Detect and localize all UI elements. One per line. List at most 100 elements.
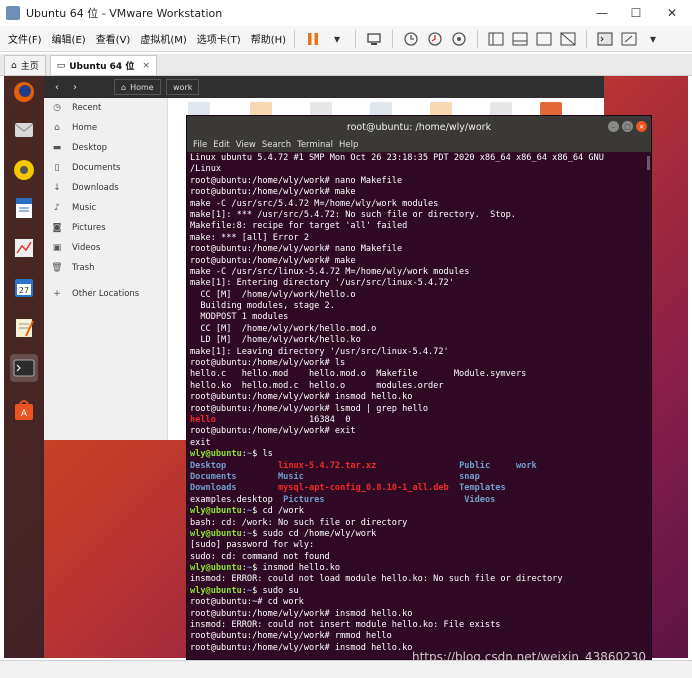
sidebar-item-recent[interactable]: ◷ Recent	[50, 100, 101, 116]
software-center-icon[interactable]: A	[10, 396, 38, 424]
terminal-text: make: *** [all] Error 2	[190, 232, 309, 243]
terminal-text: wly@ubuntu	[190, 506, 242, 517]
svg-text:A: A	[21, 409, 28, 419]
terminal-menu-view[interactable]: View	[236, 140, 256, 150]
calendar-icon[interactable]: 27	[10, 274, 38, 302]
terminal-line: Desktop linux-5.4.72.tar.xz Public work	[190, 461, 651, 472]
terminal-menu-terminal[interactable]: Terminal	[297, 140, 333, 150]
sidebar-item-documents[interactable]: ▯ Documents	[50, 160, 121, 176]
terminal-menu-search[interactable]: Search	[262, 140, 291, 150]
fullscreen-icon[interactable]	[535, 30, 553, 48]
terminal-text: examples.desktop	[190, 494, 284, 505]
terminal-text: mysql-apt-config_0.8.10-1_all.deb	[277, 483, 449, 494]
terminal-line: root@ubuntu:/home/wly/work# exit	[190, 426, 651, 437]
terminal-window[interactable]: root@ubuntu: /home/wly/work – □ × File E…	[186, 115, 652, 660]
terminal-icon[interactable]	[10, 354, 38, 382]
writer-icon[interactable]	[10, 194, 38, 222]
terminal-text: wly@ubuntu	[190, 449, 242, 460]
tab-label: Ubuntu 64 位	[69, 62, 135, 72]
trash-icon: 🗑	[51, 263, 63, 273]
snapshot-manager-icon[interactable]	[450, 30, 468, 48]
terminal-menu-file[interactable]: File	[193, 140, 207, 150]
sidebar-item-music[interactable]: ♪ Music	[50, 200, 96, 216]
close-button[interactable]: ✕	[654, 0, 690, 26]
tab-ubuntu[interactable]: ▭ Ubuntu 64 位 ×	[49, 55, 157, 75]
thumbnail-icon[interactable]	[511, 30, 529, 48]
files-sidebar: ◷ Recent ⌂ Home ▬ Desktop ▯ Documents ↓ Downl…	[44, 98, 168, 440]
vmware-title-bar: Ubuntu 64 位 - VMware Workstation — ☐ ✕	[0, 0, 692, 26]
terminal-text: Videos	[464, 494, 496, 505]
calc-icon[interactable]	[10, 234, 38, 262]
firefox-icon[interactable]	[10, 78, 38, 106]
maximize-icon[interactable]: □	[622, 121, 633, 132]
sidebar-toggle-icon[interactable]	[487, 30, 505, 48]
window-title: Ubuntu 64 位 - VMware Workstation	[26, 7, 223, 20]
minimize-icon[interactable]: –	[608, 121, 619, 132]
menu-tabs[interactable]: 选项卡(T)	[197, 31, 241, 46]
terminal-text: snap	[459, 471, 480, 482]
terminal-scrollbar[interactable]	[647, 156, 650, 170]
terminal-text: $ sudo su	[252, 585, 299, 596]
terminal-text: Linux ubuntu 5.4.72 #1 SMP Mon Oct 26 23…	[190, 153, 604, 163]
sidebar-item-label: Other Locations	[72, 289, 140, 299]
terminal-text: Building modules, stage 2.	[190, 301, 335, 312]
menu-view[interactable]: 查看(V)	[96, 31, 131, 46]
sidebar-item-other-locations[interactable]: + Other Locations	[50, 286, 139, 302]
close-tab-icon[interactable]: ×	[142, 61, 150, 71]
terminal-text: Public	[459, 460, 491, 471]
terminal-text: LD [M] /home/wly/work/hello.ko	[190, 335, 361, 346]
forward-icon[interactable]: ›	[68, 79, 82, 95]
maximize-button[interactable]: ☐	[618, 0, 654, 26]
terminal-output[interactable]: Linux ubuntu 5.4.72 #1 SMP Mon Oct 26 23…	[187, 152, 651, 654]
terminal-line: Documents Music snap	[190, 472, 651, 483]
console-view-icon[interactable]	[596, 30, 614, 48]
terminal-text: 16384 0	[215, 414, 351, 425]
terminal-text: MODPOST 1 modules	[190, 312, 289, 323]
chevron-down-icon[interactable]: ▾	[328, 30, 346, 48]
terminal-text: insmod: ERROR: could not load module hel…	[190, 574, 563, 585]
minimize-button[interactable]: —	[584, 0, 620, 26]
menu-vm[interactable]: 虚拟机(M)	[140, 31, 186, 46]
sidebar-item-home[interactable]: ⌂ Home	[50, 120, 97, 136]
terminal-menu-edit[interactable]: Edit	[213, 140, 229, 150]
breadcrumb-work[interactable]: work	[166, 79, 200, 95]
sidebar-item-label: Trash	[72, 263, 95, 273]
close-icon[interactable]: ×	[636, 121, 647, 132]
text-editor-icon[interactable]	[10, 314, 38, 342]
tab-home[interactable]: ⌂ 主页	[4, 55, 46, 75]
unity-icon[interactable]	[559, 30, 577, 48]
terminal-line: root@ubuntu:/home/wly/work# nano Makefil…	[190, 244, 651, 255]
sidebar-item-trash[interactable]: 🗑 Trash	[50, 260, 94, 276]
revert-snapshot-icon[interactable]	[426, 30, 444, 48]
terminal-line: make[1]: Entering directory '/usr/src/li…	[190, 278, 651, 289]
sidebar-item-desktop[interactable]: ▬ Desktop	[50, 140, 107, 156]
toolbar-separator	[294, 29, 296, 48]
terminal-menu-help[interactable]: Help	[339, 140, 358, 150]
chevron-down-icon[interactable]: ▾	[644, 30, 662, 48]
menu-edit[interactable]: 编辑(E)	[52, 31, 86, 46]
home-icon: ⌂	[11, 60, 17, 71]
terminal-line: hello.ko hello.mod.c hello.o modules.ord…	[190, 381, 651, 392]
vmware-status-bar	[0, 660, 692, 678]
terminal-text: wly@ubuntu	[190, 563, 242, 574]
stretch-icon[interactable]	[620, 30, 638, 48]
clock-icon: ◷	[53, 103, 61, 113]
menu-help[interactable]: 帮助(H)	[251, 31, 286, 46]
breadcrumb-home[interactable]: ⌂ Home	[114, 79, 161, 95]
back-icon[interactable]: ‹	[50, 79, 64, 95]
snapshot-icon[interactable]	[402, 30, 420, 48]
terminal-titlebar: root@ubuntu: /home/wly/work – □ ×	[187, 116, 651, 138]
send-keys-icon[interactable]	[365, 30, 383, 48]
pause-icon[interactable]	[304, 30, 322, 48]
rhythmbox-icon[interactable]	[10, 156, 38, 184]
ubuntu-dock: 27 A	[4, 76, 44, 658]
sidebar-item-videos[interactable]: ▣ Videos	[50, 240, 101, 256]
mail-icon[interactable]	[10, 116, 38, 144]
terminal-text: $ cd /work	[252, 506, 304, 517]
menu-file[interactable]: 文件(F)	[8, 31, 42, 46]
video-icon: ▣	[52, 243, 62, 253]
sidebar-item-downloads[interactable]: ↓ Downloads	[50, 180, 118, 196]
sidebar-item-pictures[interactable]: ◙ Pictures	[50, 220, 106, 236]
terminal-text: root@ubuntu:/home/wly/work# ls	[190, 358, 346, 369]
